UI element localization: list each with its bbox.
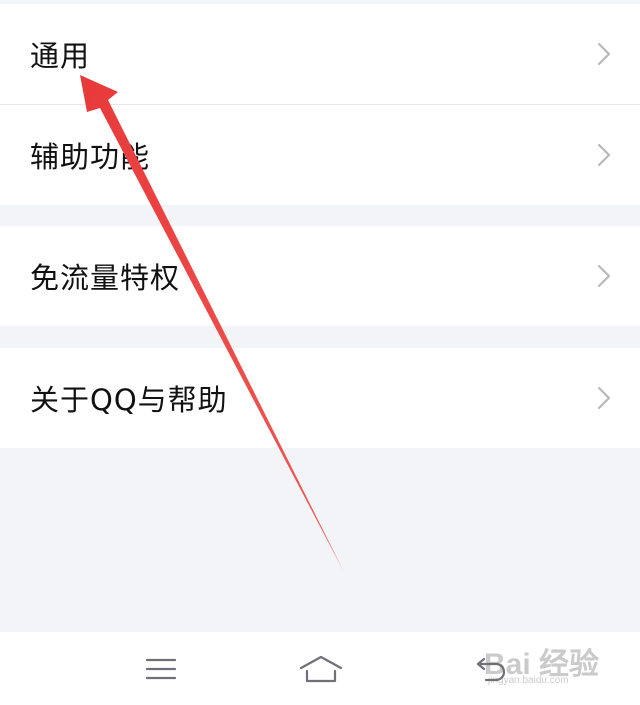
home-icon [299, 655, 343, 682]
settings-item-accessibility[interactable]: 辅助功能 [0, 105, 640, 205]
chevron-right-icon [597, 42, 611, 66]
settings-group-1: 通用 辅助功能 [0, 4, 640, 205]
settings-item-label: 辅助功能 [30, 140, 151, 174]
chevron-right-icon [597, 386, 611, 410]
chevron-right-icon [597, 264, 611, 288]
settings-screen: 通用 辅助功能 免流量特权 关于QQ与帮助 Bai 经验 jingyan.bai… [0, 0, 640, 705]
settings-group-2: 免流量特权 [0, 226, 640, 326]
settings-item-label: 关于QQ与帮助 [30, 383, 228, 417]
settings-item-data-free[interactable]: 免流量特权 [0, 226, 640, 326]
settings-item-label: 通用 [30, 39, 91, 73]
watermark-url: jingyan.baidu.com [488, 675, 569, 686]
settings-item-label: 免流量特权 [30, 261, 181, 295]
settings-item-general[interactable]: 通用 [0, 4, 640, 104]
nav-home-button[interactable] [290, 632, 352, 705]
settings-item-about-help[interactable]: 关于QQ与帮助 [0, 348, 640, 448]
nav-menu-button[interactable] [130, 632, 192, 705]
settings-group-3: 关于QQ与帮助 [0, 348, 640, 448]
menu-icon [145, 658, 177, 679]
system-nav-bar: Bai 经验 jingyan.baidu.com [0, 632, 640, 705]
baidu-watermark: Bai 经验 jingyan.baidu.com [484, 639, 634, 691]
chevron-right-icon [597, 143, 611, 167]
